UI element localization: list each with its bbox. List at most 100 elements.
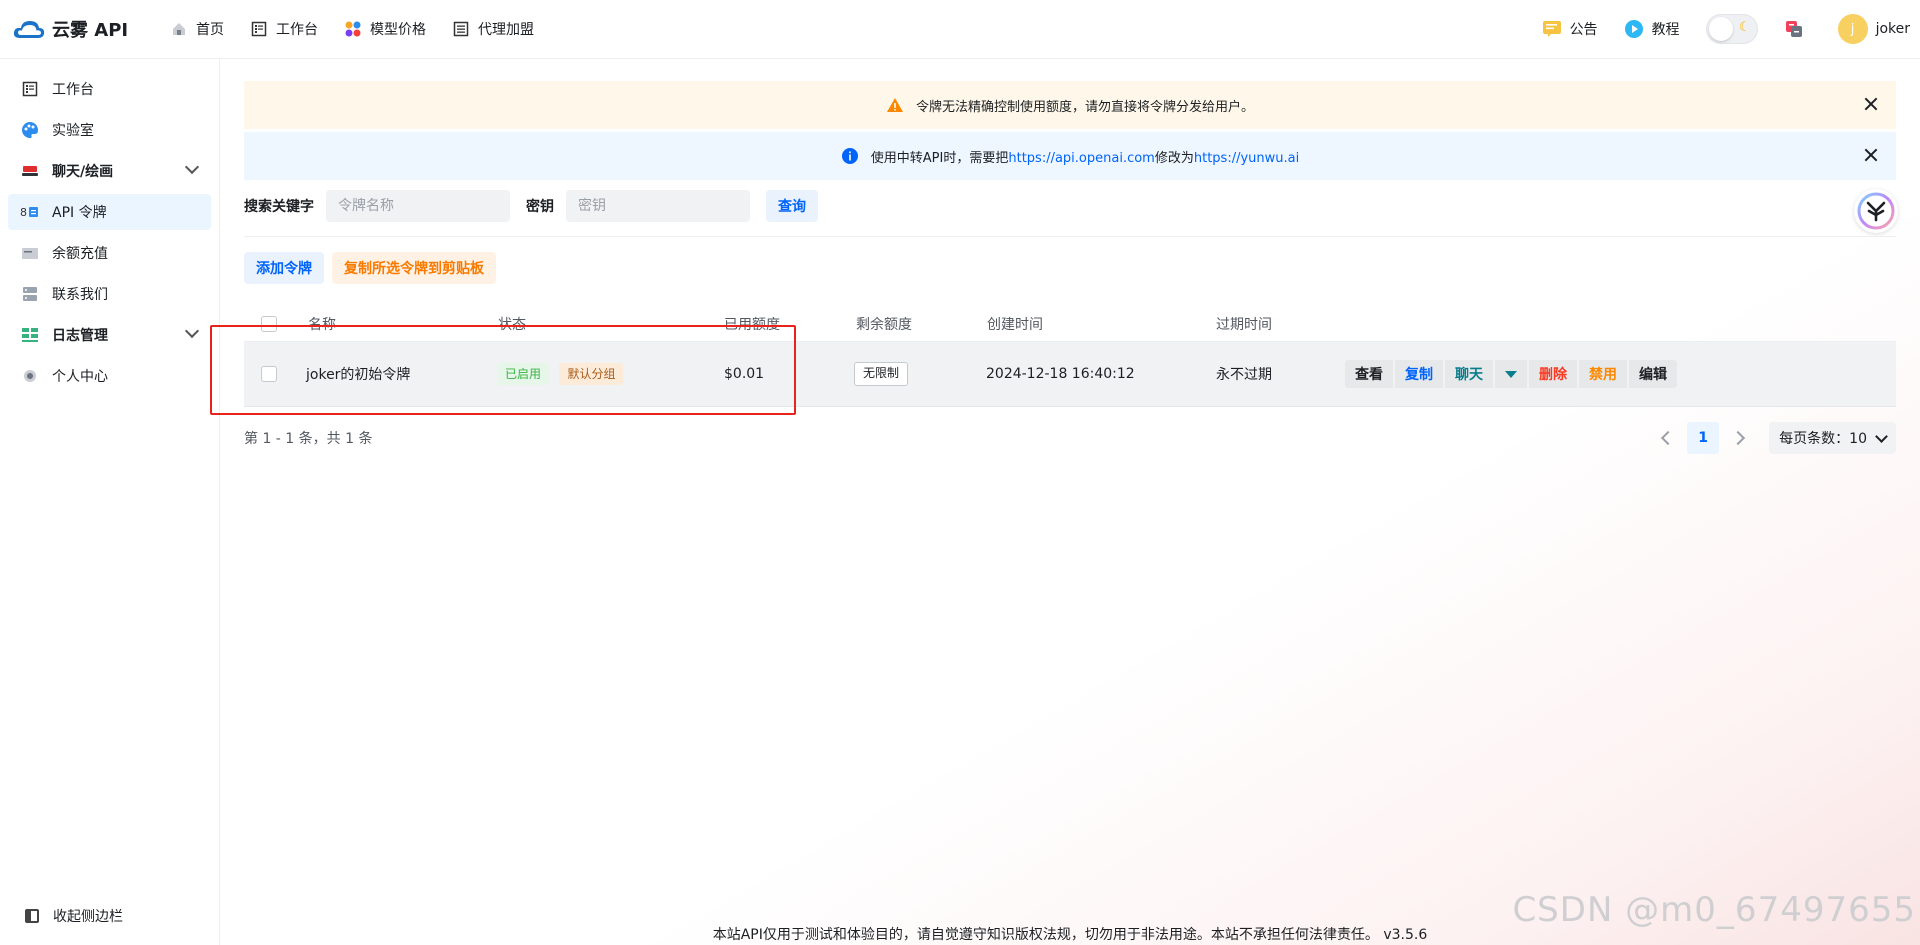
sidebar-item-workbench[interactable]: 工作台 (8, 71, 211, 107)
chevron-down-icon (184, 323, 200, 339)
column-header-created: 创建时间 (987, 317, 1043, 333)
top-right-tools: 公告 教程 ☾ j joker (1516, 0, 1910, 58)
row-checkbox[interactable] (261, 366, 277, 382)
keyword-label: 搜索关键字 (244, 199, 314, 215)
nav-agent-label: 代理加盟 (478, 22, 534, 38)
sidebar-group-chat[interactable]: 聊天/绘画 (8, 153, 211, 189)
column-header-remaining: 剩余额度 (856, 317, 912, 333)
column-header-used: 已用额度 (724, 317, 780, 333)
warning-text: 令牌无法精确控制使用额度，请勿直接将令牌分发给用户。 (915, 99, 1254, 115)
play-icon (1624, 19, 1644, 39)
remaining-cell: 无限制 (854, 362, 909, 386)
sidebar-item-recharge[interactable]: 余额充值 (8, 235, 211, 271)
column-header-status: 状态 (498, 317, 526, 333)
used-quota: $0.01 (724, 366, 765, 382)
query-button[interactable]: 查询 (766, 190, 818, 222)
pagination: 1 每页条数：10 (1649, 422, 1896, 454)
caret-down-icon (1505, 370, 1517, 378)
close-icon[interactable] (1862, 95, 1880, 113)
nav-workbench-label: 工作台 (276, 22, 318, 38)
price-icon (344, 20, 362, 38)
info-text: 使用中转API时，需要把https://api.openai.com修改为htt… (871, 147, 1299, 166)
close-icon[interactable] (1862, 146, 1880, 164)
column-header-name: 名称 (308, 317, 336, 333)
collapse-sidebar-button[interactable]: 收起侧边栏 (8, 901, 123, 931)
language-button[interactable] (1784, 19, 1812, 39)
sidebar-group-label: 日志管理 (52, 328, 108, 344)
table-row[interactable]: joker的初始令牌 已启用 默认分组 $0.01 无限制 2024-12-18… (244, 342, 1896, 407)
workbench-icon (250, 20, 268, 38)
sidebar-item-label: 余额充值 (52, 246, 108, 262)
sidebar-item-profile[interactable]: 个人中心 (8, 358, 211, 394)
nav-home-label: 首页 (196, 22, 224, 38)
chat-icon (20, 161, 40, 181)
action-row: 添加令牌 复制所选令牌到剪贴板 (244, 252, 504, 284)
tutorial-button[interactable]: 教程 (1624, 19, 1680, 39)
page-size-select[interactable]: 每页条数：10 (1769, 422, 1896, 454)
select-all-checkbox[interactable] (261, 316, 277, 332)
group-badge: 默认分组 (559, 363, 624, 385)
avatar: j (1837, 14, 1868, 44)
token-name: joker的初始令牌 (306, 367, 411, 383)
sidebar-item-label: 工作台 (52, 82, 94, 98)
yunwu-link[interactable]: https://yunwu.ai (1194, 151, 1299, 166)
key-input[interactable] (566, 190, 750, 222)
sidebar-item-label: 实验室 (52, 123, 94, 139)
info-mid: 修改为 (1154, 150, 1194, 166)
sidebar-item-label: 联系我们 (52, 287, 108, 303)
top-navbar: 云雾 API 首页 工作台 模型价格 代理加盟 公告 教程 ☾ j joker (0, 0, 1920, 59)
disable-button[interactable]: 禁用 (1579, 360, 1627, 388)
nav-agent[interactable]: 代理加盟 (452, 19, 534, 39)
copy-button[interactable]: 复制 (1395, 360, 1443, 388)
theme-toggle[interactable]: ☾ (1705, 14, 1758, 44)
search-form: 搜索关键字 密钥 查询 (244, 190, 818, 222)
top-nav: 首页 工作台 模型价格 代理加盟 (170, 19, 560, 39)
sidebar-item-api-token[interactable]: 8 API 令牌 (8, 194, 211, 230)
sidebar-group-label: 聊天/绘画 (52, 164, 114, 180)
sidebar-item-contact[interactable]: 联系我们 (8, 276, 211, 312)
nav-home[interactable]: 首页 (170, 19, 224, 39)
key-label: 密钥 (526, 199, 554, 215)
sidebar-item-label: API 令牌 (52, 205, 107, 221)
status-cell: 已启用 默认分组 (497, 363, 624, 385)
prev-page-icon[interactable] (1661, 430, 1676, 446)
sidebar: 工作台 实验室 聊天/绘画 8 API 令牌 余额充值 联系我们 日志管理 个人… (0, 59, 220, 945)
chat-dropdown-button[interactable] (1495, 360, 1527, 388)
cloud-logo-icon (12, 18, 46, 40)
page-size-label: 每页条数：10 (1779, 431, 1867, 447)
page-number[interactable]: 1 (1687, 422, 1720, 454)
nav-workbench[interactable]: 工作台 (250, 19, 318, 39)
remaining-badge: 无限制 (854, 362, 909, 386)
copy-selected-button[interactable]: 复制所选令牌到剪贴板 (332, 252, 496, 284)
next-page-icon[interactable] (1731, 430, 1746, 446)
divider (244, 236, 1896, 237)
token-table: 名称 状态 已用额度 剩余额度 创建时间 过期时间 joker的初始令牌 已启用… (244, 307, 1896, 407)
add-token-button[interactable]: 添加令牌 (244, 252, 324, 284)
info-banner: 使用中转API时，需要把https://api.openai.com修改为htt… (244, 132, 1896, 180)
translate-icon (1784, 19, 1804, 39)
assistant-float-button[interactable] (1854, 189, 1898, 233)
svg-text:8: 8 (20, 206, 27, 219)
nav-model-price[interactable]: 模型价格 (344, 19, 426, 39)
announcement-button[interactable]: 公告 (1542, 19, 1598, 39)
info-icon (841, 147, 859, 165)
tutorial-label: 教程 (1651, 22, 1680, 38)
view-button[interactable]: 查看 (1345, 360, 1393, 388)
token-name-input[interactable] (326, 190, 510, 222)
sidebar-item-label: 个人中心 (52, 369, 108, 385)
user-menu[interactable]: j joker (1837, 14, 1910, 44)
edit-button[interactable]: 编辑 (1629, 360, 1677, 388)
warning-icon (886, 96, 904, 114)
assistant-logo-icon (1857, 192, 1895, 230)
brand-logo[interactable]: 云雾 API (12, 16, 152, 42)
table-header: 名称 状态 已用额度 剩余额度 创建时间 过期时间 (244, 307, 1896, 342)
announcement-label: 公告 (1569, 22, 1598, 38)
chat-button[interactable]: 聊天 (1445, 360, 1493, 388)
workbench-icon (20, 79, 40, 99)
gear-icon (20, 366, 40, 386)
openai-link[interactable]: https://api.openai.com (1008, 151, 1154, 166)
warning-banner: 令牌无法精确控制使用额度，请勿直接将令牌分发给用户。 (244, 81, 1896, 129)
sidebar-group-logs[interactable]: 日志管理 (8, 317, 211, 353)
sidebar-item-lab[interactable]: 实验室 (8, 112, 211, 148)
delete-button[interactable]: 删除 (1529, 360, 1577, 388)
